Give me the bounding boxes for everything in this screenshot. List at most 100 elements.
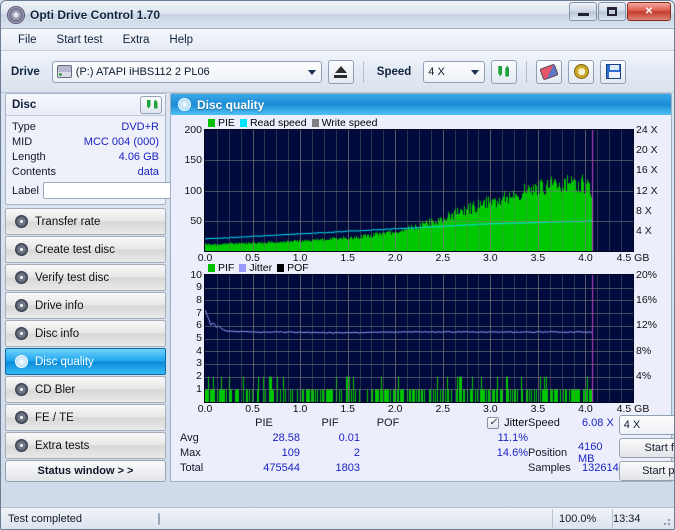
settings-button[interactable] — [568, 59, 595, 84]
disc-row-mid: MID MCC 004 (000) — [12, 134, 159, 149]
disc-info-group: Disc Type DVD+R MID MCC 004 (000) Length… — [5, 93, 241, 205]
disc-group-title: Disc — [12, 98, 37, 111]
legend-swatch — [239, 263, 247, 272]
eject-button[interactable] — [327, 59, 354, 84]
table-row: Avg 28.58 0.01 11.1% — [180, 430, 528, 445]
menu-bar: File Start test Extra Help — [1, 29, 674, 51]
resize-grip-icon[interactable] — [660, 515, 672, 527]
save-button[interactable] — [600, 59, 627, 84]
x-tick-label: 2.5 — [435, 402, 451, 415]
sidebar-item-label: FE / TE — [35, 411, 74, 424]
disc-refresh-button[interactable] — [140, 95, 162, 114]
sidebar-item-verify-test-disc[interactable]: Verify test disc — [5, 264, 166, 291]
refresh-icon — [145, 99, 158, 111]
gear-icon — [573, 64, 589, 79]
stats-row-label: Avg — [180, 431, 199, 444]
sidebar-item-label: Disc info — [35, 327, 80, 340]
x-tick-label: 3.5 — [530, 402, 546, 415]
disc-value-contents: data — [137, 165, 159, 178]
y-tick-label: 9 — [196, 281, 202, 294]
refresh-icon — [496, 65, 512, 79]
toolbar-separator-1 — [362, 60, 364, 83]
progress-percent: 100.0% — [552, 508, 612, 529]
legend-swatch — [277, 263, 285, 272]
stats-cell-pie: 475544 — [263, 461, 300, 474]
y2-tick-label: 4 X — [636, 224, 652, 237]
toolbar: Drive (P:) ATAPI iHBS112 2 PL06 Speed 4 … — [1, 51, 674, 93]
menu-item-help[interactable]: Help — [160, 31, 202, 49]
x-tick-label: 2.5 — [435, 252, 451, 264]
progress-bar — [158, 512, 160, 525]
speed-select[interactable]: 4 X — [423, 60, 486, 83]
drive-icon — [56, 65, 72, 78]
jitter-checkbox[interactable]: ✓ — [487, 416, 500, 429]
start-part-button[interactable]: Start part — [618, 461, 674, 481]
nav-list: Transfer rate Create test disc Verify te… — [5, 208, 166, 459]
pif-chart-x-axis: 0.0 0.5 1.0 1.5 2.0 2.5 3.0 3.5 4.0 4.5 GB — [198, 402, 650, 415]
disc-icon — [178, 98, 191, 111]
sidebar-item-extra-tests[interactable]: Extra tests — [5, 432, 166, 459]
eject-icon — [334, 65, 348, 78]
x-tick-label: 3.0 — [483, 252, 498, 264]
test-speed-select[interactable]: 4 X — [618, 415, 674, 435]
sidebar-item-drive-info[interactable]: Drive info — [5, 292, 166, 319]
status-window-button[interactable]: Status window > > — [5, 460, 166, 482]
menu-item-start-test[interactable]: Start test — [48, 31, 112, 49]
disc-row-type: Type DVD+R — [12, 119, 159, 134]
drive-select[interactable]: (P:) ATAPI iHBS112 2 PL06 — [51, 60, 322, 83]
sidebar-item-transfer-rate[interactable]: Transfer rate — [5, 208, 166, 235]
y-tick-label: 3 — [196, 357, 202, 370]
y2-tick-label: 4% — [636, 370, 652, 383]
panel-title: Disc quality — [197, 97, 265, 112]
disc-label-row: Label — [12, 181, 241, 200]
sidebar-item-disc-quality[interactable]: Disc quality — [5, 348, 166, 375]
result-row-samples: Samples 132614 — [528, 460, 619, 475]
legend-item-pie: PIE — [208, 117, 235, 129]
disc-icon — [15, 383, 28, 396]
sidebar-item-label: CD Bler — [35, 383, 76, 396]
stats-cell-jitter: 11.1% — [497, 431, 528, 444]
menu-item-extra[interactable]: Extra — [114, 31, 159, 49]
stats-cell-pif: 0.01 — [338, 431, 360, 444]
x-tick-label: 4.5 GB — [616, 402, 650, 415]
legend-item-write-speed: Write speed — [311, 117, 377, 129]
y-tick-label: 8 — [196, 293, 202, 306]
x-tick-label: 2.0 — [387, 402, 403, 415]
sidebar-item-disc-info[interactable]: Disc info — [5, 320, 166, 347]
x-tick-label: 1.0 — [292, 252, 308, 264]
y2-tick-label: 12 X — [636, 184, 658, 197]
results-info: Speed 6.08 X Position 4160 MB Samples 13… — [528, 415, 619, 481]
stats-cell-pif: 2 — [353, 446, 360, 459]
start-full-button[interactable]: Start full — [618, 438, 674, 458]
disc-icon — [15, 327, 28, 340]
result-key-samples: Samples — [528, 461, 571, 474]
table-row: Total 475544 1803 — [180, 460, 528, 475]
sidebar-item-create-test-disc[interactable]: Create test disc — [5, 236, 166, 263]
menu-item-file[interactable]: File — [9, 31, 46, 49]
y2-tick-label: 24 X — [636, 124, 658, 136]
stats-cell-pie: 109 — [281, 446, 300, 459]
disc-value-mid: MCC 004 (000) — [83, 135, 159, 148]
main-body: Disc Type DVD+R MID MCC 004 (000) Length… — [1, 93, 674, 482]
minimize-button[interactable] — [569, 2, 597, 21]
stats-cell-pie: 28.58 — [272, 431, 300, 444]
sidebar-item-cd-bler[interactable]: CD Bler — [5, 376, 166, 403]
maximize-button[interactable] — [598, 2, 626, 21]
x-tick-label: 0.0 — [197, 402, 213, 415]
sidebar-item-fe-te[interactable]: FE / TE — [5, 404, 166, 431]
refresh-button[interactable] — [491, 59, 518, 84]
pie-chart-x-axis: 0.0 0.5 1.0 1.5 2.0 2.5 3.0 3.5 4.0 4.5 GB — [198, 252, 650, 264]
pif-chart: 1 2 3 4 5 6 7 8 9 10 4% 8% 12% 16% 20% — [174, 269, 668, 403]
legend-label: PIF — [218, 261, 235, 274]
content-area: Disc quality PIE Read speed Write speed … — [169, 93, 674, 482]
status-bar: Test completed 100.0% 13:34 — [1, 507, 674, 529]
sidebar-item-label: Verify test disc — [35, 271, 110, 284]
pie-chart-legend: PIE Read speed Write speed — [174, 117, 668, 129]
y-tick-label: 200 — [184, 124, 202, 136]
close-button[interactable]: ✕ — [627, 2, 671, 21]
erase-button[interactable] — [536, 59, 563, 84]
results-area: Speed 6.08 X Position 4160 MB Samples 13… — [528, 415, 674, 481]
result-value-speed: 6.08 X — [582, 416, 614, 429]
stats-row-label: Max — [180, 446, 201, 459]
x-tick-label: 4.0 — [578, 402, 593, 415]
